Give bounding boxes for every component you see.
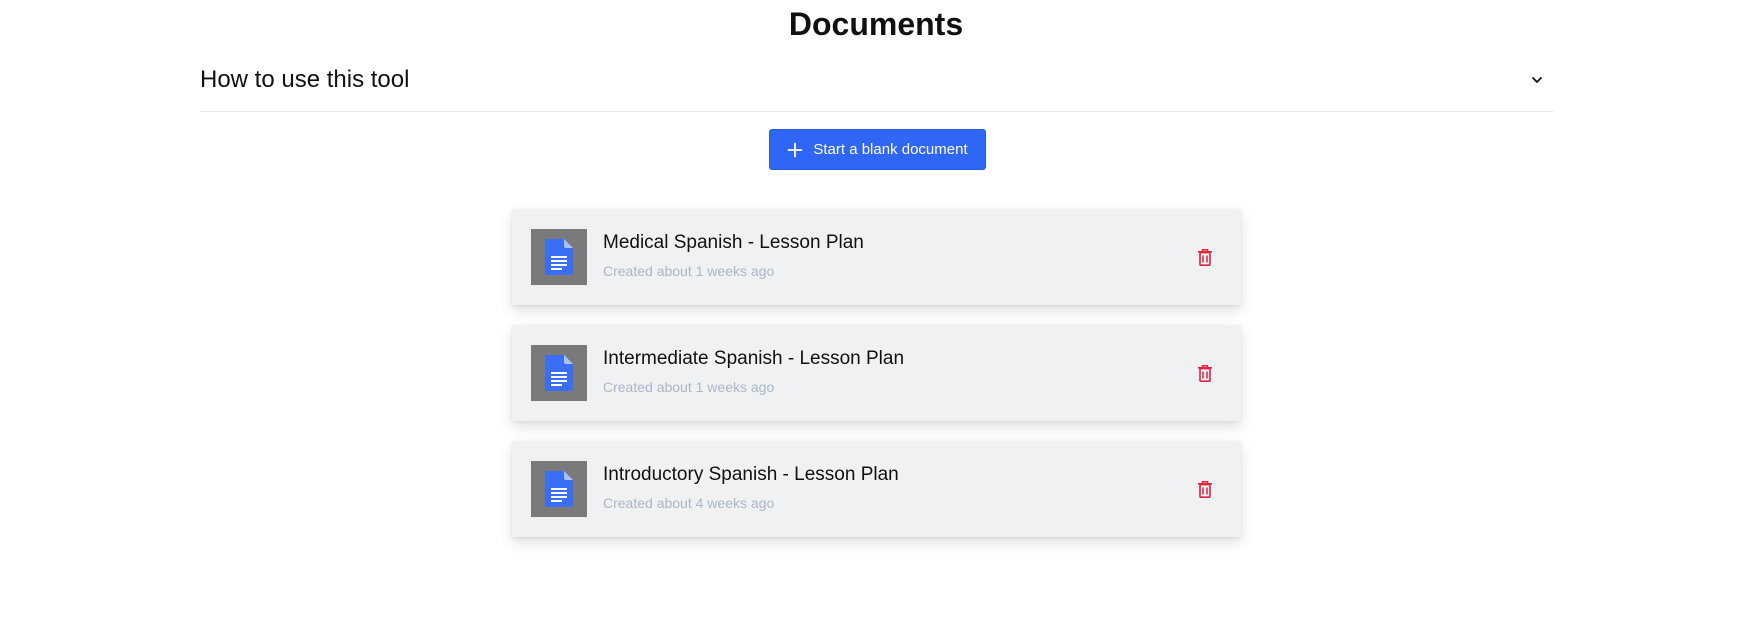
document-title[interactable]: Intermediate Spanish - Lesson Plan [603, 347, 904, 371]
trash-icon[interactable] [1195, 363, 1215, 383]
google-doc-icon [545, 471, 573, 507]
page-title: Documents [788, 6, 964, 42]
accordion-title: How to use this tool [200, 66, 410, 93]
trash-icon[interactable] [1195, 479, 1215, 499]
document-created-date: Created about 1 weeks ago [603, 379, 775, 395]
start-blank-document-label: Start a blank document [813, 141, 968, 158]
document-list: Medical Spanish - Lesson Plan Created ab… [512, 209, 1241, 557]
chevron-down-icon[interactable] [1529, 72, 1545, 88]
document-thumbnail [531, 461, 587, 517]
document-title[interactable]: Medical Spanish - Lesson Plan [603, 231, 864, 255]
document-thumbnail [531, 229, 587, 285]
google-doc-icon [545, 239, 573, 275]
plus-icon [787, 142, 803, 158]
document-created-date: Created about 4 weeks ago [603, 495, 775, 511]
document-card[interactable]: Intermediate Spanish - Lesson Plan Creat… [512, 325, 1241, 421]
how-to-use-accordion[interactable]: How to use this tool [200, 60, 1553, 112]
trash-icon[interactable] [1195, 247, 1215, 267]
google-doc-icon [545, 355, 573, 391]
document-card[interactable]: Medical Spanish - Lesson Plan Created ab… [512, 209, 1241, 305]
document-card[interactable]: Introductory Spanish - Lesson Plan Creat… [512, 441, 1241, 537]
start-blank-document-button[interactable]: Start a blank document [769, 129, 986, 170]
document-thumbnail [531, 345, 587, 401]
document-created-date: Created about 1 weeks ago [603, 263, 775, 279]
document-title[interactable]: Introductory Spanish - Lesson Plan [603, 463, 899, 487]
